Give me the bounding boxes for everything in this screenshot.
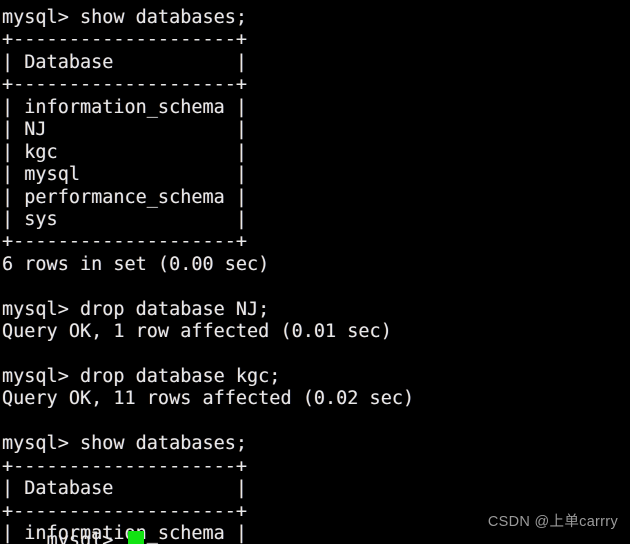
- terminal-line: | NJ |: [2, 119, 248, 141]
- terminal-line: mysql> drop database NJ;: [2, 298, 270, 320]
- terminal-line: Query OK, 1 row affected (0.01 sec): [2, 321, 392, 343]
- terminal-input-line[interactable]: mysql>: [2, 508, 145, 544]
- terminal-line: | kgc |: [2, 141, 248, 163]
- terminal-line: | Database |: [2, 478, 248, 500]
- terminal-line: +--------------------+: [2, 74, 248, 96]
- terminal-line: +--------------------+: [2, 455, 248, 477]
- terminal-line: | Database |: [2, 51, 248, 73]
- terminal-line: 6 rows in set (0.00 sec): [2, 253, 270, 275]
- terminal-line: mysql> show databases;: [2, 7, 248, 28]
- terminal-line: +--------------------+: [2, 29, 248, 51]
- terminal-line: | performance_schema |: [2, 186, 248, 208]
- terminal-line: mysql> show databases;: [2, 433, 248, 455]
- terminal-output: mysql> show databases; +-----------------…: [2, 7, 630, 544]
- terminal-line: | mysql |: [2, 164, 248, 186]
- terminal-line: +--------------------+: [2, 231, 248, 253]
- csdn-watermark: CSDN @上单carrry: [487, 513, 618, 530]
- terminal-line: mysql> drop database kgc;: [2, 366, 281, 387]
- prompt-label: mysql>: [46, 530, 114, 544]
- text-cursor: [128, 531, 145, 544]
- terminal-line: Query OK, 11 rows affected (0.02 sec): [2, 388, 415, 410]
- terminal-line: | information_schema |: [2, 96, 248, 118]
- terminal-window[interactable]: mysql> show databases; +-----------------…: [0, 0, 630, 544]
- terminal-line: | sys |: [2, 208, 248, 230]
